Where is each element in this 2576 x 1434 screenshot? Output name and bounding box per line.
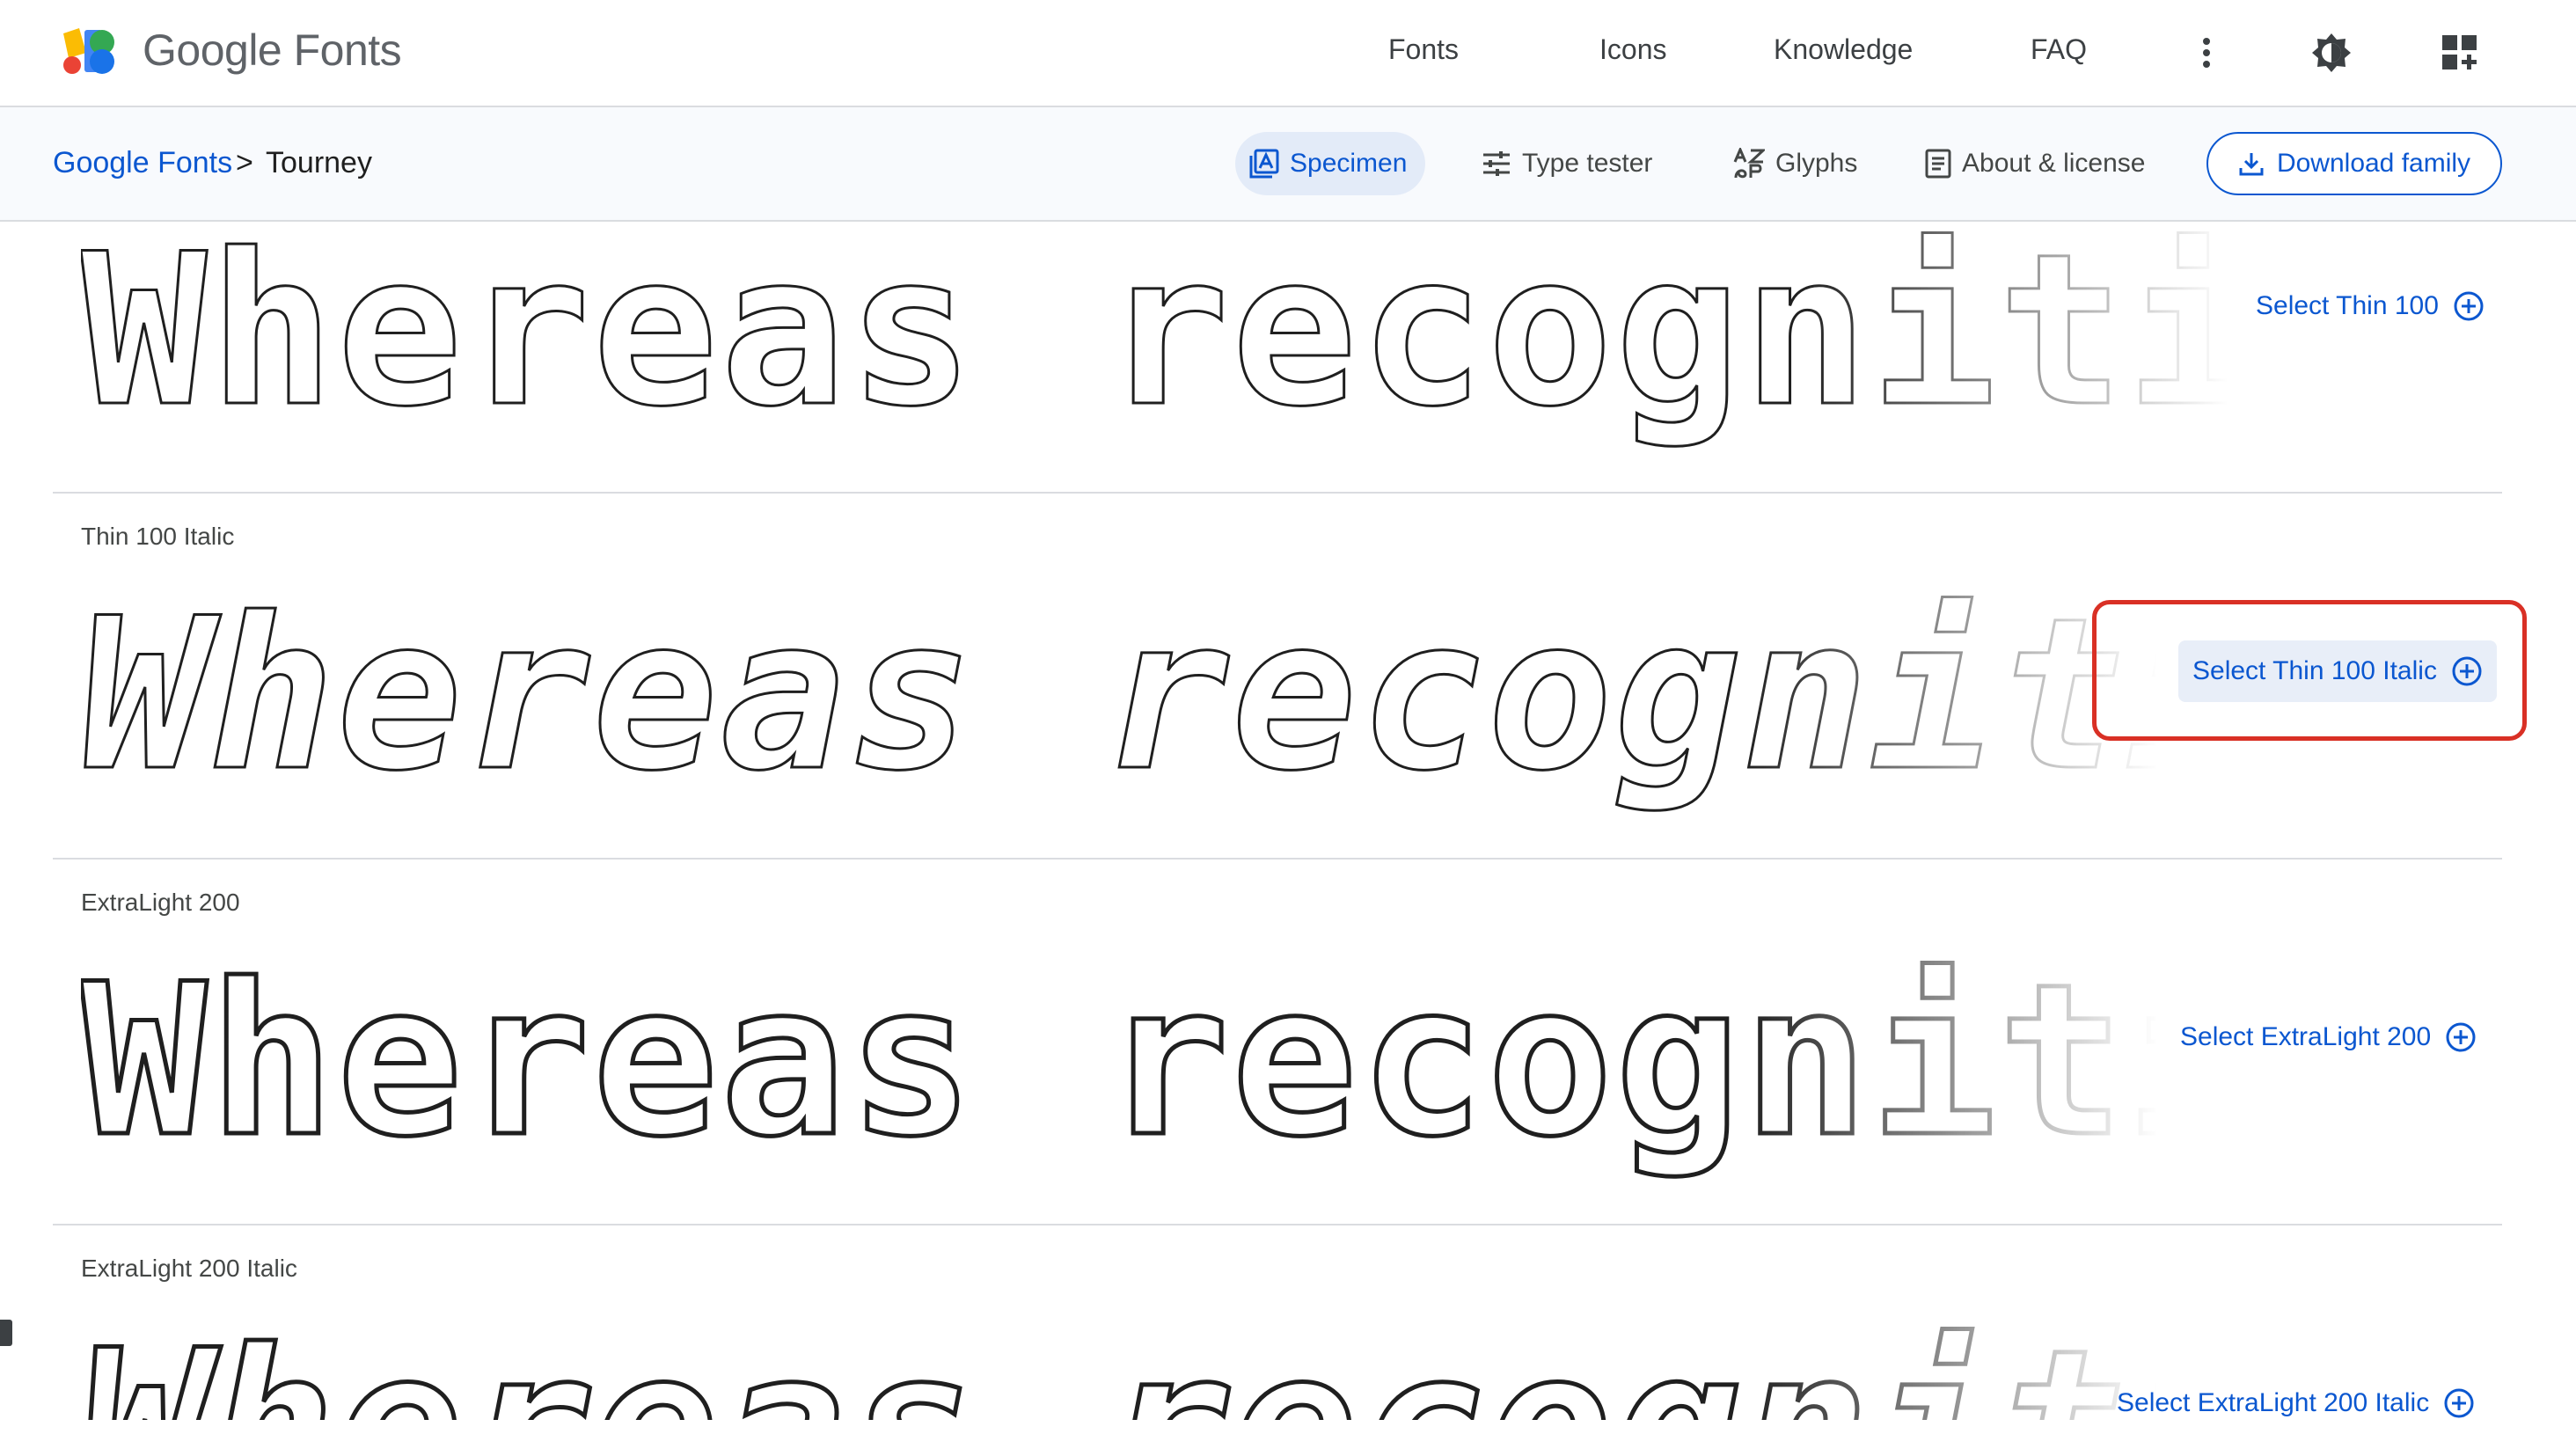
breadcrumb-separator: > [236,146,253,179]
breadcrumb-current: Tourney [266,146,372,179]
top-app-bar: Google Fonts Fonts Icons Knowledge FAQ [0,0,2576,107]
nav-icons[interactable]: Icons [1599,33,1666,66]
style-sample-thin-100: Whereas recognition [81,227,2228,453]
style-label-extralight-200-italic: ExtraLight 200 Italic [81,1255,297,1282]
download-icon [2239,153,2264,176]
download-family-label: Download family [2276,149,2471,178]
add-circle-icon [2446,1022,2476,1052]
style-sample-extralight-200: Whereas recognition [81,957,2157,1183]
row-divider [53,858,2502,860]
tab-type-tester[interactable]: Type tester [1467,132,1666,195]
glyphs-icon [1733,148,1765,179]
add-circle-icon [2454,291,2484,321]
tab-glyphs[interactable]: Glyphs [1719,132,1871,195]
style-label-thin-100-italic: Thin 100 Italic [81,523,235,550]
tab-type-tester-label: Type tester [1522,149,1653,178]
select-extralight-200-button[interactable]: Select ExtraLight 200 [2166,1006,2491,1068]
download-family-button[interactable]: Download family [2206,132,2502,195]
breadcrumb-root-link[interactable]: Google Fonts [53,146,232,180]
row-divider [53,492,2502,494]
article-icon [1925,149,1951,179]
tab-about-license[interactable]: About & license [1911,132,2159,195]
select-extralight-200-italic-label: Select ExtraLight 200 Italic [2117,1388,2430,1417]
apps-grid-icon[interactable] [2435,28,2485,77]
specimen-icon [1249,149,1279,179]
nav-faq[interactable]: FAQ [2031,33,2087,66]
select-thin-100-button[interactable]: Select Thin 100 [2242,275,2499,337]
row-divider [53,1224,2502,1225]
theme-toggle-icon[interactable] [2307,28,2356,77]
select-thin-100-label: Select Thin 100 [2256,291,2439,320]
brand-title[interactable]: Google Fonts [143,25,402,76]
highlight-box [2092,600,2527,741]
tab-specimen[interactable]: Specimen [1235,132,1425,195]
more-vert-icon[interactable] [2182,28,2231,77]
tab-about-license-label: About & license [1962,149,2146,178]
tune-icon [1483,151,1510,176]
google-fonts-logo-icon[interactable] [60,26,118,76]
nav-knowledge[interactable]: Knowledge [1774,33,1913,66]
tab-glyphs-label: Glyphs [1775,149,1858,178]
select-extralight-200-label: Select ExtraLight 200 [2180,1022,2432,1051]
add-circle-icon [2444,1388,2474,1418]
style-label-extralight-200: ExtraLight 200 [81,889,240,916]
select-extralight-200-italic-button[interactable]: Select ExtraLight 200 Italic [2103,1372,2489,1434]
nav-fonts[interactable]: Fonts [1388,33,1459,66]
style-sample-thin-100-italic: Whereas recognition [81,591,2157,817]
tab-specimen-label: Specimen [1290,149,1408,178]
style-sample-extralight-200-italic: Whereas recognition [81,1323,2157,1420]
scroll-edge-handle[interactable] [0,1320,12,1346]
